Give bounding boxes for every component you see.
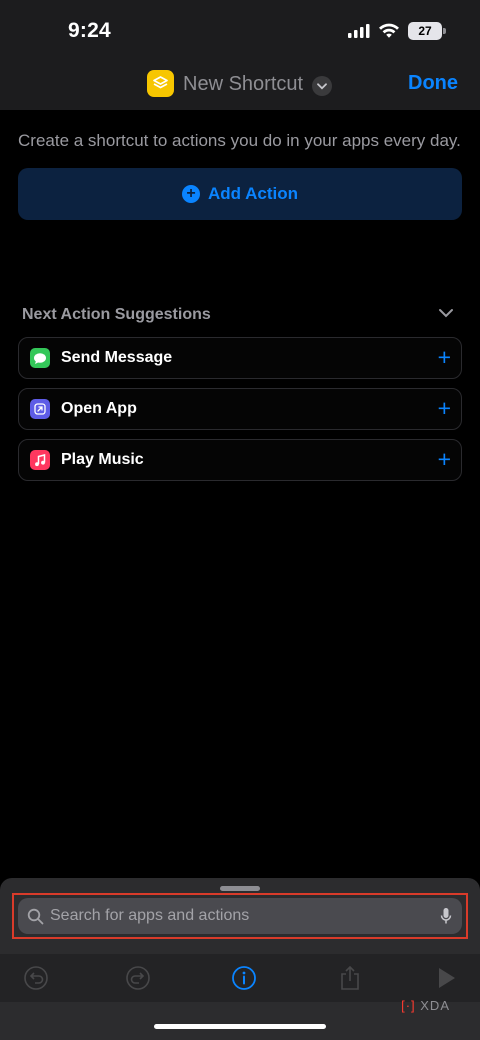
play-icon[interactable]	[432, 964, 460, 992]
watermark-bracket-icon: [·]	[401, 998, 416, 1013]
suggestion-open-app[interactable]: Open App +	[18, 388, 462, 430]
done-button[interactable]: Done	[408, 72, 458, 95]
suggestion-send-message[interactable]: Send Message +	[18, 337, 462, 379]
music-icon	[30, 450, 50, 470]
chevron-down-icon[interactable]	[438, 308, 454, 318]
suggestions-header[interactable]: Next Action Suggestions	[22, 306, 456, 328]
chevron-down-icon[interactable]	[312, 76, 332, 96]
share-icon[interactable]	[336, 964, 364, 992]
editor-toolbar	[0, 954, 480, 1002]
search-icon	[27, 908, 44, 925]
header-area: 9:24 27 New Shortcut Done	[0, 0, 480, 110]
home-indicator[interactable]	[154, 1024, 326, 1029]
wifi-icon	[379, 23, 399, 38]
add-icon[interactable]: +	[438, 448, 451, 471]
suggestion-play-music[interactable]: Play Music +	[18, 439, 462, 481]
microphone-icon[interactable]	[440, 907, 452, 925]
nav-bar: New Shortcut Done	[0, 68, 480, 102]
add-icon[interactable]: +	[438, 346, 451, 369]
sheet-grabber[interactable]	[220, 886, 260, 891]
search-bar[interactable]	[18, 898, 462, 934]
battery-indicator: 27	[408, 22, 446, 40]
add-action-button[interactable]: + Add Action	[18, 168, 462, 220]
open-app-icon	[30, 399, 50, 419]
add-icon[interactable]: +	[438, 397, 451, 420]
status-time: 9:24	[68, 19, 111, 42]
status-icons: 27	[348, 22, 446, 40]
watermark-text: XDA	[420, 998, 450, 1013]
suggestion-label: Play Music	[61, 451, 144, 468]
suggestions-title: Next Action Suggestions	[22, 306, 211, 323]
search-input[interactable]	[50, 907, 440, 925]
messages-icon	[30, 348, 50, 368]
plus-circle-icon: +	[181, 185, 200, 203]
cellular-signal-icon	[348, 24, 370, 38]
intro-text: Create a shortcut to actions you do in y…	[18, 131, 461, 150]
shortcut-title[interactable]: New Shortcut	[183, 73, 303, 96]
shortcuts-layers-icon[interactable]	[147, 70, 174, 97]
add-action-label: Add Action	[207, 184, 299, 203]
xda-watermark: [·] XDA	[401, 998, 450, 1013]
shortcut-editor-screen: 9:24 27 New Shortcut Done Create a short…	[0, 0, 480, 1040]
suggestion-label: Send Message	[61, 349, 173, 366]
suggestion-label: Open App	[61, 400, 137, 417]
undo-icon[interactable]	[22, 964, 50, 992]
info-icon[interactable]	[230, 964, 258, 992]
redo-icon[interactable]	[124, 964, 152, 992]
action-search-sheet: [·] XDA	[0, 878, 480, 1040]
